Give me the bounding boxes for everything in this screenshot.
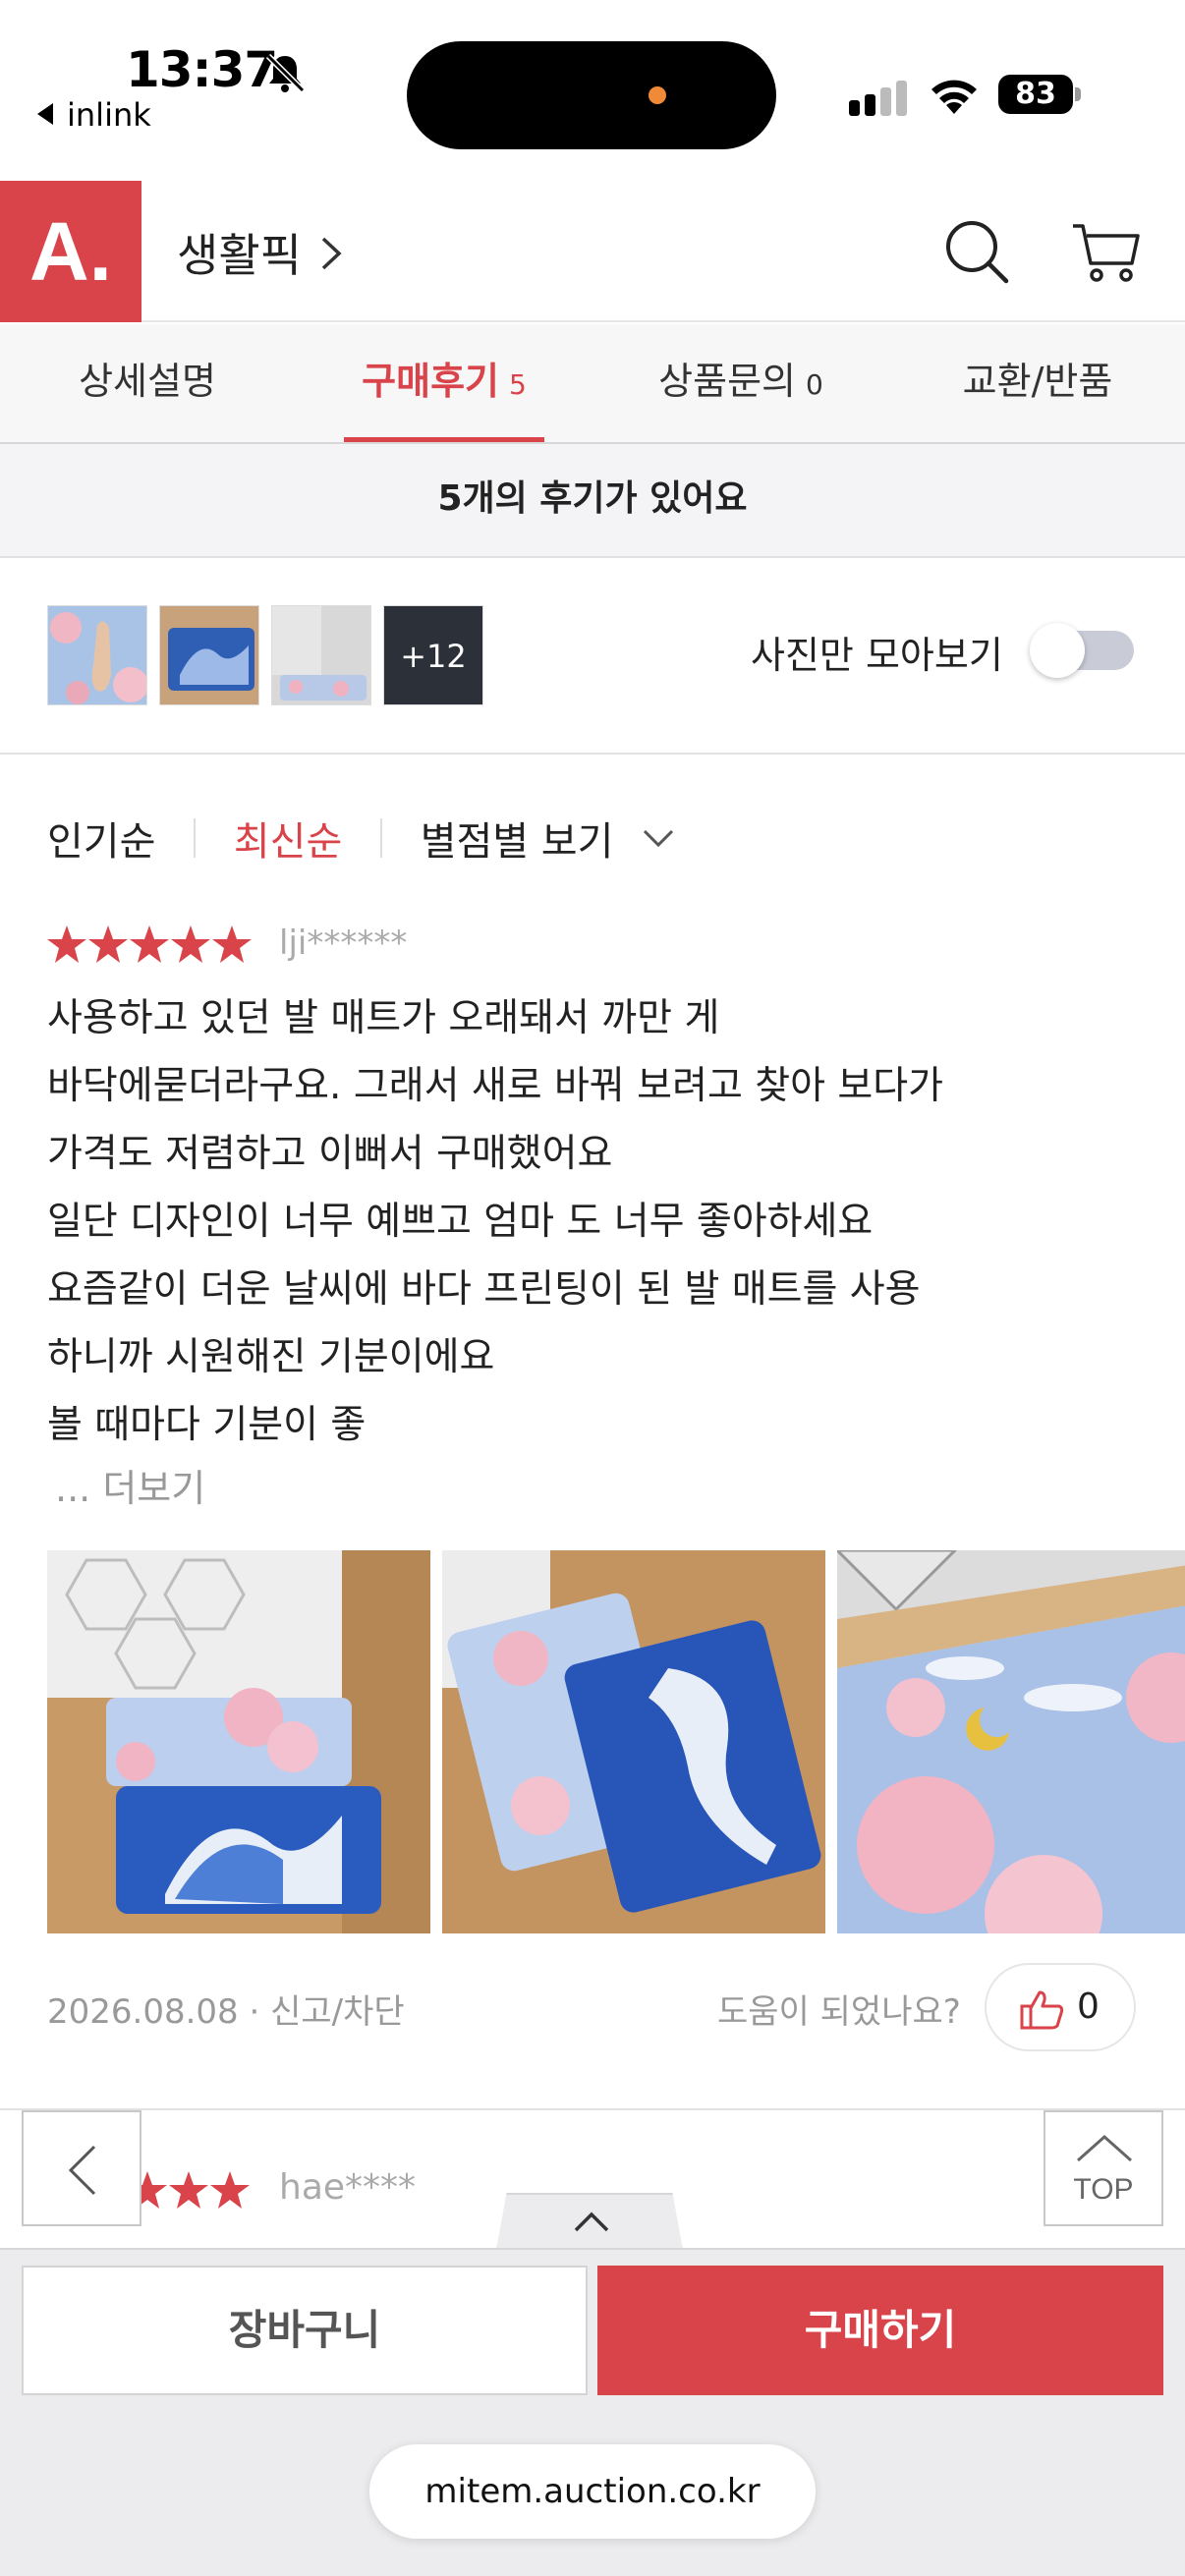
review-thumbnail[interactable]	[271, 605, 371, 705]
more-photos-thumbnail[interactable]: +12	[383, 605, 483, 705]
product-tabs: 상세설명 구매후기 5 상품문의 0 교환/반품	[0, 324, 1185, 444]
review-photos	[47, 1550, 1185, 1933]
like-count: 0	[1077, 1987, 1100, 2027]
back-triangle-icon	[37, 103, 53, 125]
tab-count: 5	[509, 368, 527, 401]
buy-now-button[interactable]: 구매하기	[597, 2266, 1163, 2395]
thumbs-up-icon	[1020, 1990, 1064, 2030]
chevron-right-icon[interactable]	[320, 236, 342, 271]
reviewer-id: hae****	[279, 2167, 417, 2208]
review-photo[interactable]	[442, 1550, 825, 1933]
sort-latest[interactable]: 최신순	[234, 810, 342, 867]
cellular-signal-icon	[849, 81, 907, 116]
toggle-knob	[1030, 623, 1085, 678]
sort-divider	[379, 818, 382, 858]
expand-purchase-handle[interactable]	[495, 2193, 684, 2256]
back-to-app-link[interactable]: inlink	[37, 96, 151, 134]
back-button[interactable]	[22, 2110, 141, 2226]
review-text[interactable]: 사용하고 있던 발 매트가 오래돼서 까만 게 바닥에묻더라구요. 그래서 새로…	[47, 984, 1148, 1459]
review-thumbnail[interactable]	[159, 605, 259, 705]
review-thumbnail[interactable]	[47, 605, 147, 705]
tab-label: 교환/반품	[962, 360, 1113, 403]
review-line: 볼 때마다 기분이 좋	[47, 1403, 367, 1447]
search-icon[interactable]	[943, 218, 1010, 285]
review-photo-image	[442, 1550, 825, 1933]
purchase-bar: 장바구니 구매하기 mitem.auction.co.kr	[0, 2248, 1185, 2576]
chevron-down-icon[interactable]	[642, 827, 675, 849]
store-name[interactable]: 생활픽	[177, 220, 302, 285]
store-header: A. 생활픽	[0, 181, 1185, 322]
thumbnail-image	[48, 606, 146, 704]
review-photo-image	[837, 1550, 1185, 1933]
tab-reviews[interactable]: 구매후기 5	[344, 324, 544, 442]
review-line: 요즘같이 더운 날씨에 바다 프린팅이 된 발 매트를 사용	[47, 1267, 921, 1312]
thumbnail-image	[160, 606, 258, 704]
review-line: 일단 디자인이 너무 예쁘고 엄마 도 너무 좋아하세요	[47, 1200, 874, 1244]
battery-level: 83	[998, 75, 1073, 114]
battery-cap	[1075, 87, 1081, 101]
review-line: 가격도 저렴하고 이뻐서 구매했어요	[47, 1132, 613, 1176]
rating-stars	[128, 2171, 250, 2209]
chevron-up-icon	[574, 2212, 609, 2232]
recording-dot-icon	[649, 86, 666, 104]
read-more-link[interactable]: ... 더보기	[55, 1458, 205, 1512]
dot-separator: ·	[238, 1992, 271, 2032]
chevron-left-icon	[68, 2145, 96, 2196]
tab-label: 상품문의	[658, 360, 796, 403]
reviewer-id: lji******	[279, 924, 408, 963]
status-bar: 13:37 inlink 83	[0, 0, 1185, 181]
tab-count: 0	[806, 368, 823, 401]
wifi-icon	[931, 80, 977, 114]
add-to-cart-button[interactable]: 장바구니	[22, 2266, 588, 2395]
sort-by-rating[interactable]: 별점별 보기	[421, 810, 614, 867]
sort-popular[interactable]: 인기순	[47, 810, 155, 867]
photo-only-label: 사진만 모아보기	[751, 634, 1003, 677]
tab-exchange-return[interactable]: 교환/반품	[890, 324, 1185, 442]
tab-label: 구매후기	[362, 360, 499, 403]
review-photo-strip: +12 사진만 모아보기	[0, 558, 1185, 755]
sort-options: 인기순 최신순 별점별 보기	[47, 810, 675, 867]
review-date: 2026.08.08	[47, 1992, 239, 2032]
photo-only-toggle[interactable]	[1030, 623, 1134, 678]
review-line: 사용하고 있던 발 매트가 오래돼서 까만 게	[47, 996, 720, 1040]
tab-inquiry[interactable]: 상품문의 0	[593, 324, 888, 442]
battery-indicator: 83	[998, 75, 1081, 114]
top-label: TOP	[1073, 2173, 1134, 2206]
rating-stars	[47, 925, 252, 963]
report-block-link[interactable]: 신고/차단	[270, 1992, 405, 2032]
review-date-report: 2026.08.08 · 신고/차단	[47, 1985, 405, 2033]
review-divider	[0, 2108, 1185, 2110]
scroll-top-button[interactable]: TOP	[1044, 2110, 1163, 2226]
status-time: 13:37	[126, 41, 278, 98]
tab-description[interactable]: 상세설명	[0, 324, 295, 442]
dynamic-island	[407, 41, 776, 149]
sort-divider	[194, 818, 197, 858]
review-count-banner: 5개의 후기가 있어요	[0, 444, 1185, 558]
review-line: 하니까 시원해진 기분이에요	[47, 1335, 495, 1379]
review-photo[interactable]	[47, 1550, 430, 1933]
helpful-question: 도움이 되었나요?	[717, 1992, 961, 2032]
auction-logo[interactable]: A.	[0, 181, 141, 322]
helpful-like-button[interactable]: 0	[985, 1963, 1136, 2051]
tab-label: 상세설명	[79, 360, 216, 403]
thumbnail-image	[272, 606, 370, 704]
back-app-label: inlink	[67, 96, 151, 134]
chevron-up-icon	[1077, 2134, 1132, 2162]
review-photo-image	[47, 1550, 430, 1933]
review-line: 바닥에묻더라구요. 그래서 새로 바꿔 보려고 찾아 보다가	[47, 1064, 944, 1108]
muted-bell-icon	[265, 53, 306, 93]
address-bar[interactable]: mitem.auction.co.kr	[369, 2444, 816, 2539]
cart-icon[interactable]	[1071, 220, 1142, 285]
review-photo[interactable]	[837, 1550, 1185, 1933]
